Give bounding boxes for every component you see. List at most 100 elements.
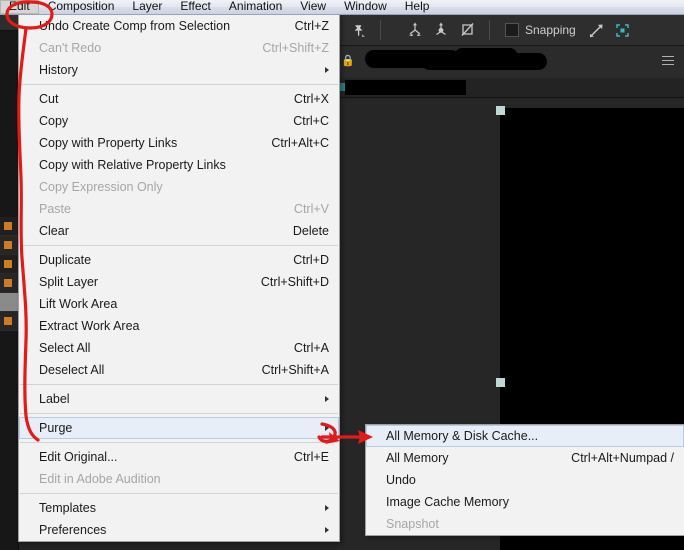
- menu-item-shortcut: Ctrl+A: [293, 341, 329, 355]
- menu-item-templates[interactable]: Templates: [19, 497, 339, 519]
- chevron-right-icon: [325, 67, 329, 73]
- menu-bar[interactable]: Edit Composition Layer Effect Animation View W…: [0, 0, 684, 15]
- menu-item-all-memory[interactable]: All Memory Ctrl+Alt+Numpad /: [366, 447, 684, 469]
- layer-row[interactable]: [0, 274, 18, 293]
- world-axis-icon[interactable]: [402, 19, 428, 41]
- menu-item-label: Copy Expression Only: [39, 180, 163, 194]
- menu-item-clear[interactable]: Clear Delete: [19, 220, 339, 242]
- menu-item-label: Copy with Relative Property Links: [39, 158, 226, 172]
- menu-separator: [20, 84, 338, 85]
- menu-item-label: Label: [39, 392, 70, 406]
- lock-icon[interactable]: 🔒: [341, 54, 355, 67]
- menu-item-label: Undo: [386, 473, 416, 487]
- menu-item-label: Deselect All: [39, 363, 105, 377]
- menu-item-purge[interactable]: Purge: [19, 417, 339, 439]
- tools-toolbar[interactable]: Snapping: [337, 15, 684, 46]
- menu-item-preferences[interactable]: Preferences: [19, 519, 339, 541]
- toolbar-separator: [380, 20, 381, 40]
- sliver-header: [0, 14, 18, 31]
- selection-handle[interactable]: [496, 378, 505, 387]
- menu-item-label: All Memory & Disk Cache...: [386, 429, 539, 443]
- view-axis-icon[interactable]: [454, 19, 480, 41]
- menubar-item-animation[interactable]: Animation: [220, 0, 291, 14]
- snap-arrow-icon[interactable]: [584, 19, 610, 41]
- menu-item-copy-with-property-links[interactable]: Copy with Property Links Ctrl+Alt+C: [19, 132, 339, 154]
- menu-item-split-layer[interactable]: Split Layer Ctrl+Shift+D: [19, 271, 339, 293]
- layer-color-swatch: [4, 317, 12, 325]
- menu-item-label: Clear: [39, 224, 69, 238]
- layer-row-selected[interactable]: [0, 293, 18, 312]
- layer-row[interactable]: [0, 255, 18, 274]
- selection-handle[interactable]: [496, 106, 505, 115]
- timeline-panel-sliver: [0, 14, 19, 550]
- panel-menu-icon[interactable]: [662, 56, 674, 65]
- chevron-right-icon: [325, 527, 329, 533]
- menu-item-label: Edit in Adobe Audition: [39, 472, 161, 486]
- local-axis-icon[interactable]: [428, 19, 454, 41]
- menu-separator: [20, 442, 338, 443]
- menu-item-shortcut: Ctrl+C: [293, 114, 329, 128]
- toolbar-separator: [489, 20, 490, 40]
- menubar-item-effect[interactable]: Effect: [171, 0, 219, 14]
- menu-item-label: Preferences: [39, 523, 107, 537]
- layer-row[interactable]: [0, 312, 18, 331]
- chevron-right-icon: [325, 396, 329, 402]
- menu-item-label: Lift Work Area: [39, 297, 118, 311]
- pushpin-icon[interactable]: [345, 19, 371, 41]
- layer-color-swatch: [4, 222, 12, 230]
- menu-item-edit-in-adobe-audition: Edit in Adobe Audition: [19, 468, 339, 490]
- menu-item-copy[interactable]: Copy Ctrl+C: [19, 110, 339, 132]
- chevron-right-icon: [325, 425, 329, 431]
- menu-item-label: Extract Work Area: [39, 319, 140, 333]
- layer-row[interactable]: [0, 236, 18, 255]
- menu-item-label: Select All: [39, 341, 91, 355]
- menu-item-lift-work-area[interactable]: Lift Work Area: [19, 293, 339, 315]
- menu-item-select-all[interactable]: Select All Ctrl+A: [19, 337, 339, 359]
- menu-item-copy-with-relative-property-links[interactable]: Copy with Relative Property Links: [19, 154, 339, 176]
- menubar-item-help[interactable]: Help: [396, 0, 439, 14]
- menu-item-label: Copy with Property Links: [39, 136, 178, 150]
- menubar-item-edit[interactable]: Edit: [0, 0, 39, 14]
- layer-color-swatch: [4, 279, 12, 287]
- menu-item-label: History: [39, 63, 78, 77]
- menu-item-shortcut: Delete: [292, 224, 329, 238]
- menu-item-extract-work-area[interactable]: Extract Work Area: [19, 315, 339, 337]
- menubar-item-window[interactable]: Window: [335, 0, 396, 14]
- panel-tab-strip[interactable]: 🔒: [337, 45, 684, 79]
- menubar-item-composition[interactable]: Composition: [39, 0, 124, 14]
- menu-item-undo[interactable]: Undo: [366, 469, 684, 491]
- panel-subtab-strip[interactable]: [337, 78, 684, 98]
- menu-item-image-cache-memory[interactable]: Image Cache Memory: [366, 491, 684, 513]
- menu-item-label: Image Cache Memory: [386, 495, 509, 509]
- menu-item-shortcut: Ctrl+Alt+C: [271, 136, 329, 150]
- menu-item-label: Paste: [39, 202, 71, 216]
- menu-item-label: Copy: [39, 114, 69, 128]
- chevron-right-icon: [325, 505, 329, 511]
- menu-item-label: Edit Original...: [39, 450, 118, 464]
- menu-item-shortcut: Ctrl+Z: [294, 19, 329, 33]
- menu-item-edit-original[interactable]: Edit Original... Ctrl+E: [19, 446, 339, 468]
- edit-dropdown-menu[interactable]: Undo Create Comp from Selection Ctrl+Z Can…: [18, 14, 340, 542]
- menu-item-shortcut: Ctrl+Alt+Numpad /: [571, 451, 674, 465]
- menu-separator: [20, 245, 338, 246]
- menu-separator: [20, 493, 338, 494]
- snapping-checkbox[interactable]: [505, 23, 519, 37]
- menu-item-cut[interactable]: Cut Ctrl+X: [19, 88, 339, 110]
- menu-item-duplicate[interactable]: Duplicate Ctrl+D: [19, 249, 339, 271]
- menubar-item-view[interactable]: View: [291, 0, 335, 14]
- menu-item-history[interactable]: History: [19, 59, 339, 81]
- menu-item-label: Templates: [39, 501, 96, 515]
- menubar-item-layer[interactable]: Layer: [123, 0, 171, 14]
- purge-submenu[interactable]: All Memory & Disk Cache... All Memory Ctrl…: [365, 424, 684, 536]
- menu-item-label: Undo Create Comp from Selection: [39, 19, 231, 33]
- menu-separator: [20, 384, 338, 385]
- menu-item-snapshot: Snapshot: [366, 513, 684, 535]
- menu-item-undo-create-comp-from-selection[interactable]: Undo Create Comp from Selection Ctrl+Z: [19, 15, 339, 37]
- layer-row[interactable]: [0, 217, 18, 236]
- snapping-label: Snapping: [525, 23, 576, 37]
- region-of-interest-icon[interactable]: [610, 19, 636, 41]
- menu-item-all-memory-disk-cache[interactable]: All Memory & Disk Cache...: [366, 425, 684, 447]
- menu-item-deselect-all[interactable]: Deselect All Ctrl+Shift+A: [19, 359, 339, 381]
- menu-separator: [20, 413, 338, 414]
- menu-item-label[interactable]: Label: [19, 388, 339, 410]
